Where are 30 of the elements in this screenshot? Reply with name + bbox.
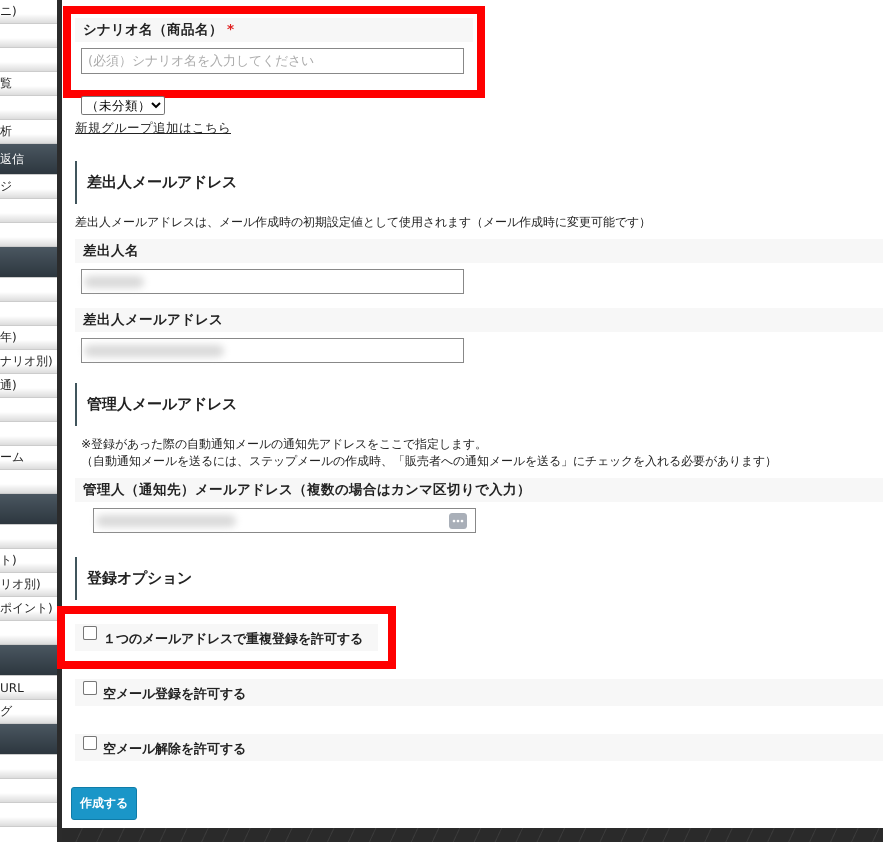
group-select[interactable]: （未分類）: [81, 96, 165, 115]
sidebar-header[interactable]: [0, 645, 57, 676]
option-row[interactable]: １つのメールアドレスで重複登録を許可する: [75, 624, 378, 651]
section-heading: 登録オプション: [75, 557, 202, 600]
checkbox[interactable]: [83, 626, 97, 640]
note-text: （自動通知メールを送るには、ステップメールの作成時、「販売者への通知メールを送る」にチェックを入れる必要があります）: [80, 453, 778, 470]
checkbox[interactable]: [83, 736, 97, 750]
note-text: 差出人メールアドレスは、メール作成時の初期設定値として使用されます（メール作成時に変更可能です）: [75, 214, 652, 231]
sidebar-header[interactable]: [0, 724, 57, 755]
text-field[interactable]: [81, 269, 464, 294]
field-label: 管理人（通知先）メールアドレス（複数の場合はカンマ区切りで入力）: [75, 478, 883, 502]
text-field[interactable]: [81, 338, 464, 363]
sidebar-header[interactable]: 返信: [0, 144, 57, 175]
required-mark: *: [227, 22, 234, 38]
checkbox[interactable]: [83, 681, 97, 695]
field-label: 差出人名: [75, 239, 883, 263]
scenario-name-input[interactable]: (必須）シナリオ名を入力してください: [81, 48, 464, 74]
option-row[interactable]: 空メール解除を許可する: [75, 734, 883, 761]
add-group-link[interactable]: 新規グループ追加はこちら: [75, 120, 231, 137]
option-row[interactable]: 空メール登録を許可する: [75, 679, 883, 706]
sidebar-header[interactable]: [0, 494, 57, 525]
more-icon[interactable]: [449, 513, 467, 529]
sidebar-header[interactable]: [0, 247, 57, 278]
field-label: 差出人メールアドレス: [75, 308, 883, 332]
redacted-value: [84, 276, 144, 288]
section-heading: 管理人メールアドレス: [75, 383, 247, 426]
field-label: シナリオ名（商品名） *: [75, 18, 473, 42]
text-field[interactable]: [93, 508, 476, 533]
note-text: ※登録があった際の自動通知メールの通知先アドレスをここで指定します。: [80, 436, 488, 453]
section-heading: 差出人メールアドレス: [75, 161, 247, 204]
